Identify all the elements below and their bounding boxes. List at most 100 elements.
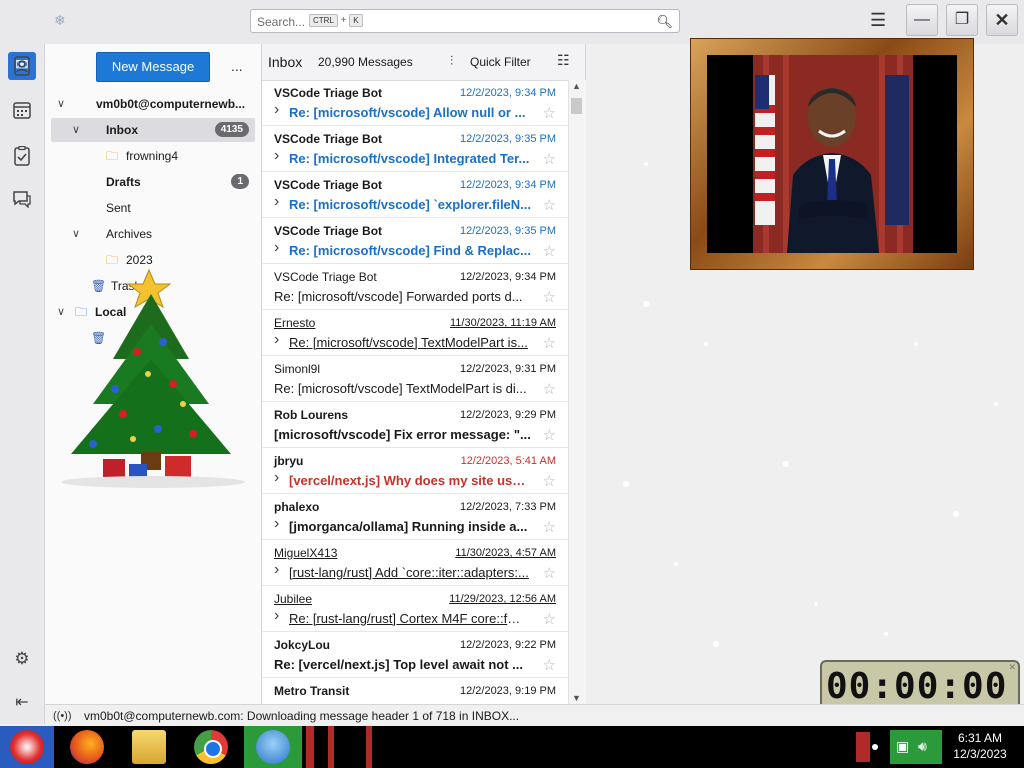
folder-sent[interactable]: Sent — [51, 196, 255, 220]
star-icon[interactable]: ☆ — [543, 426, 556, 444]
message-list-header: Inbox 20,990 Messages ⫶ Quick Filter ☷ — [262, 44, 585, 81]
thread-expand-icon[interactable]: › — [274, 147, 279, 165]
star-icon[interactable]: ☆ — [543, 104, 556, 122]
system-tray[interactable]: ▣ 🔊︎ — [890, 730, 942, 764]
taskbar-clock[interactable]: 6:31 AM 12/3/2023 — [950, 730, 1010, 762]
message-row[interactable]: Ernesto 11/30/2023, 11:19 AM › Re: [microso… — [262, 310, 568, 356]
search-input[interactable]: Search... CTRL + K 🔍︎ — [250, 9, 680, 33]
star-icon[interactable]: ☆ — [543, 472, 556, 490]
filter-icon[interactable]: ⫶ — [450, 53, 453, 69]
tray-dot — [872, 744, 878, 750]
collapse-spaces-icon[interactable]: ⇤ — [11, 692, 33, 714]
message-row[interactable]: VSCode Triage Bot 12/2/2023, 9:35 PM › Re: … — [262, 218, 568, 264]
thread-expand-icon[interactable]: › — [274, 561, 279, 579]
calendar-icon[interactable] — [11, 101, 33, 123]
close-widget-icon[interactable]: ✕ — [1008, 662, 1016, 673]
message-subject: Re: [vercel/next.js] Top level await not… — [274, 657, 523, 672]
stopwatch-display: 00:00:00 — [826, 666, 1008, 707]
star-icon[interactable]: ☆ — [543, 288, 556, 306]
network-icon[interactable]: ▣ — [896, 738, 909, 755]
folder-archives[interactable]: ∨ Archives — [51, 222, 255, 246]
star-icon[interactable]: ☆ — [543, 518, 556, 536]
chrome-icon[interactable] — [194, 730, 228, 764]
chevron-down-icon[interactable]: ∨ — [57, 92, 65, 116]
chevron-down-icon[interactable]: ∨ — [72, 222, 80, 246]
task-indicator — [306, 726, 314, 768]
portrait-image — [707, 55, 957, 253]
account-row[interactable]: ∨ vm0b0t@computernewb... — [51, 92, 255, 116]
scroll-down-arrow[interactable]: ▼ — [572, 693, 581, 703]
star-icon[interactable]: ☆ — [543, 610, 556, 628]
chevron-down-icon[interactable]: ∨ — [72, 118, 80, 142]
minimize-button[interactable]: — — [906, 4, 938, 36]
folder-inbox[interactable]: ∨ Inbox 4135 — [51, 118, 255, 142]
message-date: 12/2/2023, 9:35 PM — [459, 225, 556, 237]
thread-expand-icon[interactable]: › — [274, 239, 279, 257]
folder-drafts[interactable]: Drafts 1 — [51, 170, 255, 194]
search-icon[interactable]: 🔍︎ — [656, 14, 673, 30]
snowflake-icon: ❄ — [54, 12, 66, 28]
message-row[interactable]: jbryu 12/2/2023, 5:41 AM › [vercel/next.js]… — [262, 448, 568, 494]
clock-date: 12/3/2023 — [953, 747, 1007, 761]
start-button[interactable] — [0, 726, 54, 768]
scrollbar-thumb[interactable] — [571, 98, 582, 114]
christmas-tree-decoration — [61, 268, 245, 488]
quick-filter-button[interactable]: Quick Filter — [470, 55, 531, 69]
message-row[interactable]: Simonl9l 12/2/2023, 9:31 PM Re: [microsoft… — [262, 356, 568, 402]
volume-icon[interactable]: 🔊︎ — [918, 738, 927, 755]
thread-expand-icon[interactable]: › — [274, 331, 279, 349]
message-row[interactable]: VSCode Triage Bot 12/2/2023, 9:34 PM › Re: … — [262, 80, 568, 126]
message-sender: VSCode Triage Bot — [274, 86, 383, 100]
message-row[interactable]: VSCode Triage Bot 12/2/2023, 9:34 PM Re: [… — [262, 264, 568, 310]
message-date: 12/2/2023, 9:29 PM — [459, 409, 556, 421]
message-row[interactable]: phalexo 12/2/2023, 7:33 PM › [jmorganca/oll… — [262, 494, 568, 540]
star-icon[interactable]: ☆ — [543, 150, 556, 168]
message-row[interactable]: JokcyLou 12/2/2023, 9:22 PM Re: [vercel/ne… — [262, 632, 568, 678]
app-menu-icon[interactable]: ☰ — [870, 10, 886, 31]
message-sender: phalexo — [274, 500, 320, 514]
star-icon[interactable]: ☆ — [543, 242, 556, 260]
message-row[interactable]: VSCode Triage Bot 12/2/2023, 9:35 PM › Re: … — [262, 126, 568, 172]
message-date: 11/30/2023, 4:57 AM — [455, 547, 556, 559]
folder-label: Inbox — [106, 123, 138, 137]
star-icon[interactable]: ☆ — [543, 564, 556, 582]
plus-sign: + — [340, 15, 347, 26]
scroll-up-arrow[interactable]: ▲ — [572, 81, 581, 91]
thread-expand-icon[interactable]: › — [274, 607, 279, 625]
message-subject: Re: [microsoft/vscode] Forwarded ports d… — [274, 289, 523, 304]
star-icon[interactable]: ☆ — [543, 334, 556, 352]
thread-expand-icon[interactable]: › — [274, 515, 279, 533]
clock-time: 6:31 AM — [957, 731, 1003, 745]
message-row[interactable]: VSCode Triage Bot 12/2/2023, 9:34 PM › Re: … — [262, 172, 568, 218]
star-icon[interactable]: ☆ — [543, 196, 556, 214]
message-subject: [microsoft/vscode] Fix error message: ".… — [274, 427, 531, 442]
unread-badge: 4135 — [214, 122, 249, 137]
folder-frowning4[interactable]: 🗀 frowning4 — [51, 144, 255, 168]
tasks-icon[interactable] — [11, 145, 33, 168]
message-sender: VSCode Triage Bot — [274, 224, 383, 238]
chat-icon[interactable] — [11, 190, 33, 212]
close-button[interactable]: ✕ — [986, 4, 1018, 36]
thunderbird-task[interactable] — [244, 726, 302, 768]
new-message-button[interactable]: New Message — [96, 52, 210, 82]
thread-expand-icon[interactable]: › — [274, 469, 279, 487]
message-date: 12/2/2023, 9:34 PM — [459, 87, 556, 99]
contacts-icon[interactable] — [11, 56, 33, 78]
list-options-icon[interactable]: ☷ — [557, 52, 570, 69]
message-sender: Jubilee — [274, 592, 313, 606]
scrollbar[interactable]: ▲ ▼ — [568, 80, 586, 704]
thread-expand-icon[interactable]: › — [274, 101, 279, 119]
message-subject: Re: [microsoft/vscode] Find & Replac... — [289, 243, 531, 258]
message-row[interactable]: MiguelX413 11/30/2023, 4:57 AM › [rust-lang… — [262, 540, 568, 586]
message-row[interactable]: Rob Lourens 12/2/2023, 9:29 PM [microsoft/… — [262, 402, 568, 448]
firefox-icon[interactable] — [70, 730, 104, 764]
star-icon[interactable]: ☆ — [543, 380, 556, 398]
restore-button[interactable]: ❐ — [946, 4, 978, 36]
settings-icon[interactable]: ⚙ — [11, 648, 33, 670]
message-row[interactable]: Jubilee 11/29/2023, 12:56 AM › Re: [rust-la… — [262, 586, 568, 632]
star-icon[interactable]: ☆ — [543, 656, 556, 674]
file-explorer-icon[interactable] — [132, 730, 166, 764]
thread-expand-icon[interactable]: › — [274, 193, 279, 211]
folder-label: Sent — [106, 201, 131, 215]
more-options-button[interactable]: ... — [231, 58, 243, 74]
